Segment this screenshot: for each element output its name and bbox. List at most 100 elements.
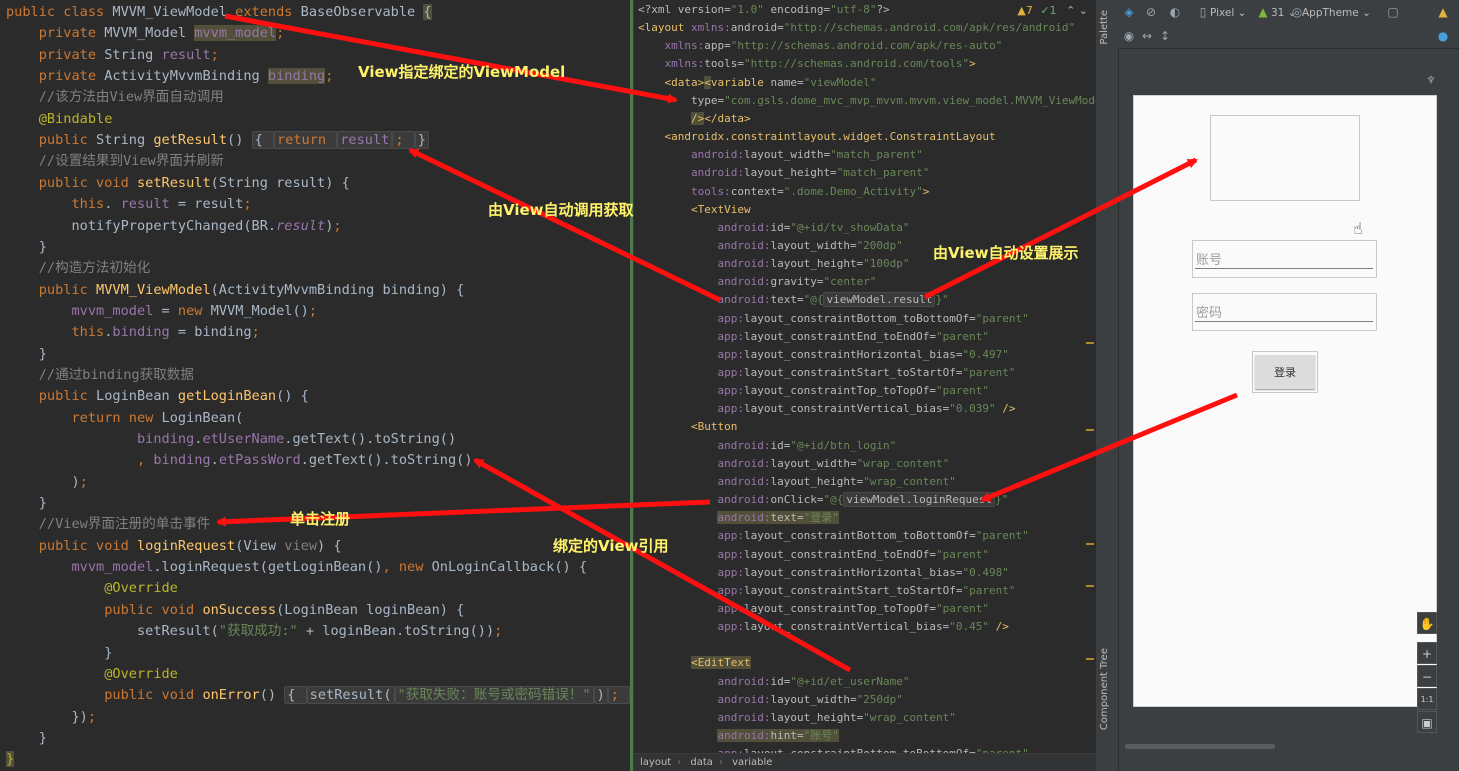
palette-side-tab[interactable]: Palette Component Tree bbox=[1096, 0, 1119, 771]
xml-line[interactable]: android:id="@+id/btn_login" bbox=[638, 437, 896, 455]
java-line[interactable]: public LoginBean getLoginBean() { bbox=[6, 386, 309, 407]
theme-selector[interactable]: AppTheme ⌄ bbox=[1302, 7, 1371, 19]
xml-line[interactable]: android:id="@+id/tv_showData" bbox=[638, 219, 909, 237]
breadcrumb-variable[interactable]: variable bbox=[732, 757, 772, 768]
xml-line[interactable]: android:id="@+id/et_userName" bbox=[638, 673, 909, 691]
xml-line[interactable]: android:layout_width="wrap_content" bbox=[638, 455, 949, 473]
breadcrumb-layout[interactable]: layout bbox=[640, 757, 671, 768]
java-line[interactable]: private String result; bbox=[6, 45, 219, 66]
xml-line[interactable]: app:layout_constraintStart_toStartOf="pa… bbox=[638, 582, 1015, 600]
xml-line[interactable]: app:layout_constraintStart_toStartOf="pa… bbox=[638, 364, 1015, 382]
help-icon[interactable]: ● bbox=[1436, 29, 1450, 43]
xml-line[interactable]: android:layout_height="100dp" bbox=[638, 255, 909, 273]
java-line[interactable]: } bbox=[6, 493, 47, 514]
java-line[interactable]: //设置结果到View界面并刷新 bbox=[6, 151, 224, 172]
zoom-actual-button[interactable]: 1:1 bbox=[1417, 688, 1437, 710]
java-line[interactable]: } bbox=[6, 749, 15, 770]
xml-line[interactable]: android:text="@{viewModel.result}" bbox=[638, 291, 949, 309]
java-line[interactable]: return new LoginBean( bbox=[6, 408, 243, 429]
xml-line[interactable]: <EditText bbox=[638, 654, 751, 672]
zoom-fit-icon[interactable]: ▣ bbox=[1417, 711, 1437, 733]
horizontal-resize-icon[interactable]: ↔ bbox=[1140, 29, 1154, 43]
java-line[interactable]: //该方法由View界面自动调用 bbox=[6, 87, 224, 108]
java-line[interactable]: //通过binding获取数据 bbox=[6, 365, 194, 386]
warning-count[interactable]: ▲7 bbox=[1017, 4, 1032, 17]
java-line[interactable]: , binding.etPassWord.getText().toString(… bbox=[6, 450, 473, 471]
xml-line[interactable]: <?xml version="1.0" encoding="utf-8"?> bbox=[638, 1, 890, 19]
device-icon[interactable]: ▯ bbox=[1196, 5, 1210, 19]
java-line[interactable]: notifyPropertyChanged(BR.result); bbox=[6, 216, 341, 237]
xml-line[interactable]: xmlns:app="http://schemas.android.com/ap… bbox=[638, 37, 1003, 55]
java-line[interactable]: } bbox=[6, 728, 47, 749]
java-line[interactable]: } bbox=[6, 344, 47, 365]
xml-line[interactable]: android:text="登录" bbox=[638, 509, 839, 527]
layers-icon[interactable]: ◈ bbox=[1122, 5, 1136, 19]
xml-line[interactable]: <Button bbox=[638, 418, 737, 436]
xml-line[interactable]: tools:context=".dome.Demo_Activity"> bbox=[638, 183, 929, 201]
eye-icon[interactable]: ◉ bbox=[1122, 29, 1136, 43]
xml-line[interactable]: android:layout_height="wrap_content" bbox=[638, 473, 955, 491]
java-line[interactable]: ); bbox=[6, 472, 87, 493]
java-line[interactable]: //View界面注册的单击事件 bbox=[6, 514, 210, 535]
xml-line[interactable]: type="com.gsls.dome_mvc_mvp_mvvm.mvvm.vi… bbox=[638, 92, 1096, 110]
java-line[interactable]: private MVVM_Model mvvm_model; bbox=[6, 23, 284, 44]
java-line[interactable]: binding.etUserName.getText().toString() bbox=[6, 429, 456, 450]
xml-line[interactable]: android:layout_height="match_parent" bbox=[638, 164, 929, 182]
java-line[interactable]: }); bbox=[6, 707, 96, 728]
xml-line[interactable]: xmlns:tools="http://schemas.android.com/… bbox=[638, 55, 976, 73]
xml-line[interactable]: <layout xmlns:android="http://schemas.an… bbox=[638, 19, 1075, 37]
zoom-out-button[interactable]: − bbox=[1417, 665, 1437, 687]
xml-line[interactable]: android:onClick="@{viewModel.loginReques… bbox=[638, 491, 1008, 509]
breadcrumb-data[interactable]: data bbox=[690, 757, 713, 768]
java-line[interactable]: public class MVVM_ViewModel extends Base… bbox=[6, 2, 432, 23]
java-line[interactable]: } bbox=[6, 643, 112, 664]
palette-tab[interactable]: Palette bbox=[1099, 10, 1110, 45]
java-line[interactable]: public MVVM_ViewModel(ActivityMvvmBindin… bbox=[6, 280, 465, 301]
pan-hand-icon[interactable]: ✋ bbox=[1417, 612, 1437, 634]
xml-line[interactable]: app:layout_constraintVertical_bias="0.45… bbox=[638, 618, 1008, 636]
xml-line[interactable]: app:layout_constraintVertical_bias="0.03… bbox=[638, 400, 1015, 418]
username-edittext[interactable]: 账号 bbox=[1192, 240, 1377, 278]
zoom-in-button[interactable]: + bbox=[1417, 642, 1437, 664]
java-line[interactable]: public void onError() { setResult("获取失败：… bbox=[6, 685, 630, 706]
xml-line[interactable]: app:layout_constraintTop_toTopOf="parent… bbox=[638, 600, 989, 618]
xml-line[interactable]: android:layout_width="250dp" bbox=[638, 691, 902, 709]
vertical-resize-icon[interactable]: ↕ bbox=[1158, 29, 1172, 43]
xml-line[interactable]: <TextView bbox=[638, 201, 751, 219]
xml-line[interactable]: app:layout_constraintEnd_toEndOf="parent… bbox=[638, 546, 989, 564]
rotate-icon[interactable]: ⊘ bbox=[1144, 5, 1158, 19]
locale-icon[interactable]: ▢ bbox=[1386, 5, 1400, 19]
xml-line[interactable]: android:layout_width="match_parent" bbox=[638, 146, 923, 164]
java-editor-pane[interactable]: public class MVVM_ViewModel extends Base… bbox=[0, 0, 630, 771]
java-line[interactable]: } bbox=[6, 237, 47, 258]
java-line[interactable]: @Override bbox=[6, 664, 178, 685]
navigate-arrows-icon[interactable]: ⌃ ⌄ bbox=[1066, 4, 1088, 17]
device-selector[interactable]: Pixel ⌄ bbox=[1210, 7, 1246, 19]
xml-line[interactable]: app:layout_constraintEnd_toEndOf="parent… bbox=[638, 328, 989, 346]
java-line[interactable]: @Bindable bbox=[6, 109, 113, 130]
preview-horizontal-scrollbar[interactable] bbox=[1125, 744, 1275, 749]
java-line[interactable]: public void setResult(String result) { bbox=[6, 173, 350, 194]
java-line[interactable]: this. result = result; bbox=[6, 194, 251, 215]
inspection-widget[interactable]: ▲7 ✓1 ⌃ ⌄ bbox=[1017, 4, 1088, 17]
warning-icon[interactable]: ▲ bbox=[1436, 5, 1450, 19]
java-line[interactable]: mvvm_model = new MVVM_Model(); bbox=[6, 301, 317, 322]
java-line[interactable]: public void onSuccess(LoginBean loginBea… bbox=[6, 600, 464, 621]
xml-line[interactable]: android:gravity="center" bbox=[638, 273, 876, 291]
android-icon[interactable]: ▲ bbox=[1256, 5, 1270, 19]
java-line[interactable]: mvvm_model.loginRequest(getLoginBean(), … bbox=[6, 557, 587, 578]
breadcrumb[interactable]: layout › data › variable bbox=[634, 753, 1096, 771]
password-edittext[interactable]: 密码 bbox=[1192, 293, 1377, 331]
xml-line[interactable]: android:layout_height="wrap_content" bbox=[638, 709, 955, 727]
night-mode-icon[interactable]: ◐ bbox=[1168, 5, 1182, 19]
xml-line[interactable]: android:layout_width="200dp" bbox=[638, 237, 902, 255]
xml-line[interactable]: app:layout_constraintHorizontal_bias="0.… bbox=[638, 564, 1008, 582]
xml-line[interactable]: android:hint="账号" bbox=[638, 727, 839, 745]
pin-icon[interactable]: ♆ bbox=[1424, 73, 1438, 87]
java-line[interactable]: @Override bbox=[6, 578, 178, 599]
xml-line[interactable]: app:layout_constraintBottom_toBottomOf="… bbox=[638, 527, 1028, 545]
java-line[interactable]: //构造方法初始化 bbox=[6, 258, 151, 279]
login-button[interactable]: 登录 bbox=[1255, 355, 1315, 389]
xml-line[interactable]: <data><variable name="viewModel" bbox=[638, 74, 876, 92]
check-count[interactable]: ✓1 bbox=[1040, 4, 1056, 17]
